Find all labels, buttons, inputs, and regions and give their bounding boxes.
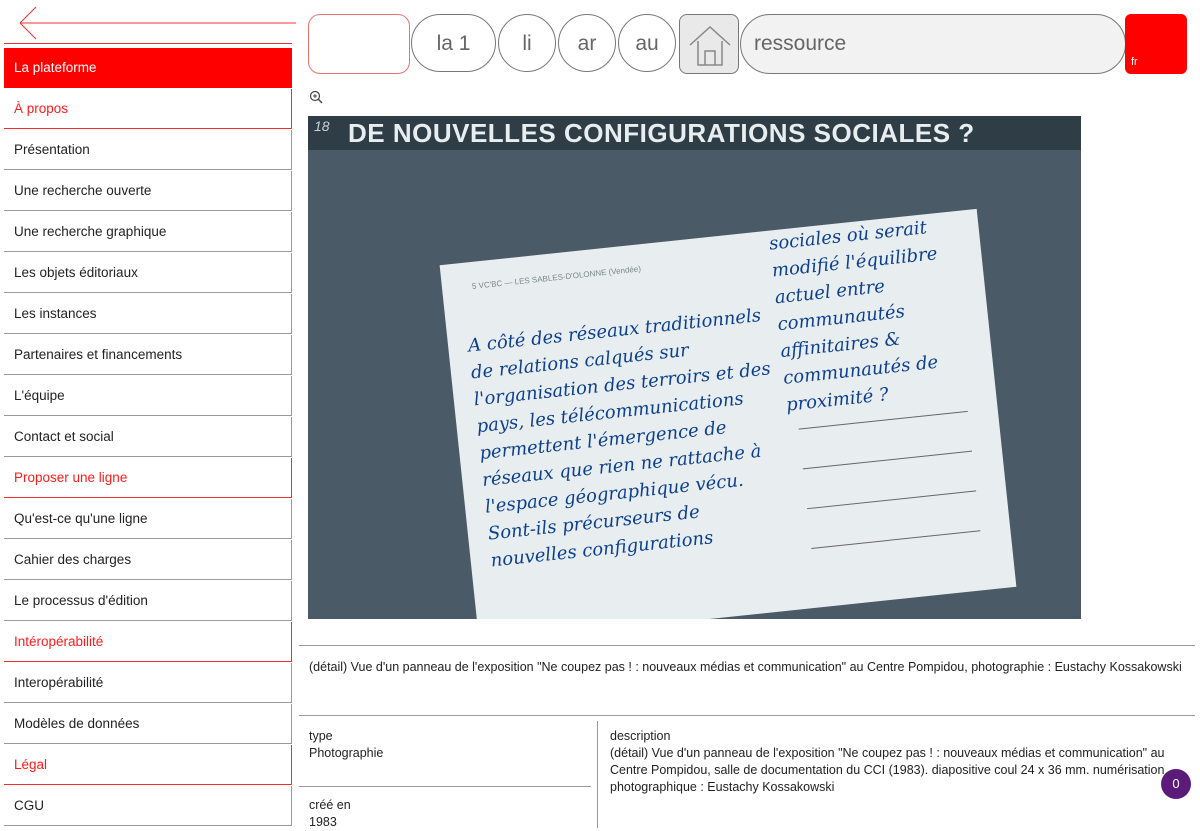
type-value: Photographie xyxy=(309,746,384,760)
resource-photo[interactable]: 18 DE NOUVELLES CONFIGURATIONS SOCIALES … xyxy=(308,116,1081,619)
zoom-in-icon[interactable] xyxy=(309,90,323,109)
sidebar-item[interactable]: L'équipe xyxy=(4,376,292,416)
sidebar: La plateforme À propos Présentation Une rec… xyxy=(0,0,296,828)
sidebar-item[interactable]: Interopérabilité xyxy=(4,663,292,703)
type-label: type xyxy=(309,729,333,743)
sidebar-item[interactable]: Contact et social xyxy=(4,417,292,457)
home-button[interactable] xyxy=(679,14,739,74)
sidebar-item[interactable]: Partenaires et financements xyxy=(4,335,292,375)
panel-headline: DE NOUVELLES CONFIGURATIONS SOCIALES ? xyxy=(348,118,975,148)
handwriting-left: A côté des réseaux traditionnels de rela… xyxy=(467,305,772,572)
pill-au[interactable]: au xyxy=(618,14,676,72)
address-line xyxy=(807,490,977,510)
arrow-left-icon xyxy=(19,6,296,40)
back-button[interactable] xyxy=(4,5,296,44)
pill-li[interactable]: li xyxy=(498,14,556,72)
current-tab[interactable] xyxy=(308,14,410,74)
sidebar-item[interactable]: Le processus d'édition xyxy=(4,581,292,621)
sidebar-item[interactable]: Les objets éditoriaux xyxy=(4,253,292,293)
sidebar-section[interactable]: Légal xyxy=(4,745,292,785)
postcard: 5 VC'BC — LES SABLES-D'OLONNE (Vendée) A… xyxy=(439,208,1017,619)
address-line xyxy=(811,530,981,549)
language-label: fr xyxy=(1131,56,1138,68)
sidebar-item[interactable]: La plateforme xyxy=(4,48,292,88)
divider xyxy=(299,786,591,787)
sidebar-section[interactable]: Proposer une ligne xyxy=(4,458,292,498)
handwriting-right: sociales où serait modifié l'équilibre a… xyxy=(768,217,940,416)
sidebar-item[interactable]: Une recherche ouverte xyxy=(4,171,292,211)
description-label: description xyxy=(610,729,671,743)
search-field[interactable]: ressource xyxy=(740,14,1126,74)
pill-ar[interactable]: ar xyxy=(558,14,616,72)
divider xyxy=(299,715,1195,716)
created-label: créé en xyxy=(309,798,351,812)
notification-badge[interactable]: 0 xyxy=(1161,769,1191,799)
sidebar-item[interactable]: Présentation xyxy=(4,130,292,170)
sidebar-item[interactable]: Les instances xyxy=(4,294,292,334)
pill-la1[interactable]: la 1 xyxy=(411,14,496,72)
sidebar-section[interactable]: Intéropérabilité xyxy=(4,622,292,662)
sidebar-item[interactable]: Une recherche graphique xyxy=(4,212,292,252)
address-line xyxy=(802,450,973,470)
description-value: (détail) Vue d'un panneau de l'expositio… xyxy=(610,746,1165,794)
language-selector[interactable]: fr xyxy=(1125,14,1187,74)
home-icon xyxy=(689,25,731,66)
postcard-header: 5 VC'BC — LES SABLES-D'OLONNE (Vendée) xyxy=(471,264,642,291)
sidebar-item[interactable]: Modèles de données xyxy=(4,704,292,744)
column-divider xyxy=(597,721,598,828)
divider xyxy=(299,645,1195,646)
sidebar-item[interactable]: CGU xyxy=(4,786,292,826)
sidebar-item[interactable]: Cahier des charges xyxy=(4,540,292,580)
sidebar-item[interactable]: Qu'est-ce qu'une ligne xyxy=(4,499,292,539)
sidebar-section[interactable]: À propos xyxy=(4,89,292,129)
photo-caption: (détail) Vue d'un panneau de l'expositio… xyxy=(309,660,1182,674)
created-value: 1983 xyxy=(309,815,337,829)
panel-number: 18 xyxy=(314,118,330,134)
